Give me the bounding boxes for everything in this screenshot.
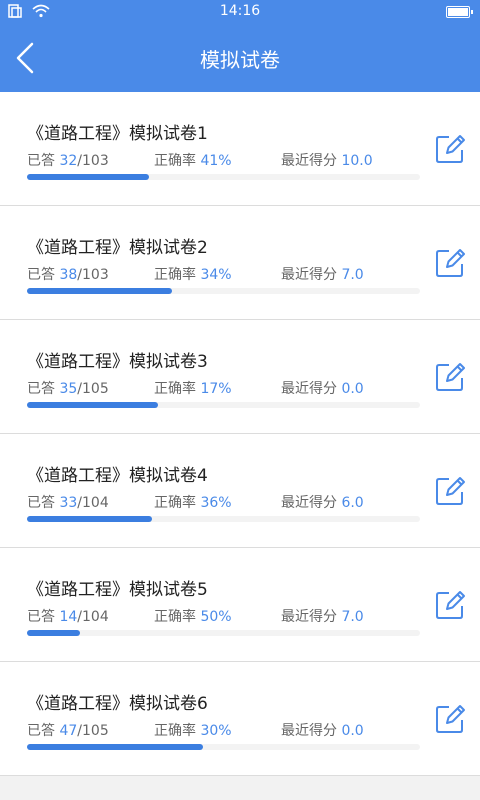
score-label: 最近得分 bbox=[281, 609, 337, 625]
progress-bar-fill bbox=[27, 744, 204, 750]
accuracy-label: 正确率 bbox=[154, 381, 196, 397]
score-stat: 最近得分 0.0 bbox=[281, 378, 364, 398]
score-stat: 最近得分 7.0 bbox=[281, 606, 364, 626]
answered-label: 已答 bbox=[27, 153, 55, 169]
paper-title: 《道路工程》模拟试卷3 bbox=[27, 352, 208, 372]
progress-bar-fill bbox=[27, 630, 81, 636]
answered-count: 14 bbox=[59, 609, 78, 625]
paper-list-item[interactable]: 《道路工程》模拟试卷6 已答 47/105 正确率 30% 最近得分 0.0 bbox=[0, 662, 480, 776]
answered-count: 47 bbox=[59, 723, 78, 739]
answered-label: 已答 bbox=[27, 267, 55, 283]
accuracy-value: 34% bbox=[200, 267, 232, 283]
total-count: 105 bbox=[82, 723, 109, 739]
accuracy-value: 36% bbox=[200, 495, 232, 511]
accuracy-stat: 正确率 30% bbox=[154, 720, 232, 740]
accuracy-label: 正确率 bbox=[154, 723, 196, 739]
answered-label: 已答 bbox=[27, 495, 55, 511]
score-stat: 最近得分 0.0 bbox=[281, 720, 364, 740]
battery-icon bbox=[446, 6, 473, 18]
score-label: 最近得分 bbox=[281, 381, 337, 397]
progress-bar bbox=[27, 288, 420, 294]
accuracy-value: 50% bbox=[200, 609, 232, 625]
accuracy-value: 30% bbox=[200, 723, 232, 739]
paper-title: 《道路工程》模拟试卷2 bbox=[27, 238, 208, 258]
answered-stat: 已答 47/105 bbox=[27, 720, 109, 740]
score-label: 最近得分 bbox=[281, 267, 337, 283]
progress-bar-fill bbox=[27, 516, 152, 522]
total-count: 104 bbox=[82, 609, 109, 625]
accuracy-stat: 正确率 17% bbox=[154, 378, 232, 398]
paper-list-item[interactable]: 《道路工程》模拟试卷2 已答 38/103 正确率 34% 最近得分 7.0 bbox=[0, 206, 480, 320]
progress-bar bbox=[27, 402, 420, 408]
accuracy-label: 正确率 bbox=[154, 495, 196, 511]
answered-stat: 已答 33/104 bbox=[27, 492, 109, 512]
answered-count: 38 bbox=[59, 267, 78, 283]
paper-list: 《道路工程》模拟试卷1 已答 32/103 正确率 41% 最近得分 10.0 … bbox=[0, 92, 480, 776]
answered-stat: 已答 38/103 bbox=[27, 264, 109, 284]
score-value: 10.0 bbox=[341, 153, 373, 169]
paper-list-item[interactable]: 《道路工程》模拟试卷5 已答 14/104 正确率 50% 最近得分 7.0 bbox=[0, 548, 480, 662]
score-label: 最近得分 bbox=[281, 495, 337, 511]
total-count: 104 bbox=[82, 495, 109, 511]
accuracy-stat: 正确率 41% bbox=[154, 150, 232, 170]
accuracy-stat: 正确率 36% bbox=[154, 492, 232, 512]
score-stat: 最近得分 10.0 bbox=[281, 150, 373, 170]
accuracy-label: 正确率 bbox=[154, 609, 196, 625]
answered-stat: 已答 32/103 bbox=[27, 150, 109, 170]
answered-stat: 已答 14/104 bbox=[27, 606, 109, 626]
answered-label: 已答 bbox=[27, 381, 55, 397]
edit-icon[interactable] bbox=[433, 474, 467, 508]
answered-stat: 已答 35/105 bbox=[27, 378, 109, 398]
accuracy-stat: 正确率 50% bbox=[154, 606, 232, 626]
total-count: 105 bbox=[82, 381, 109, 397]
accuracy-label: 正确率 bbox=[154, 267, 196, 283]
score-value: 0.0 bbox=[341, 723, 364, 739]
score-value: 7.0 bbox=[341, 609, 364, 625]
progress-bar-fill bbox=[27, 402, 158, 408]
answered-label: 已答 bbox=[27, 609, 55, 625]
status-time: 14:16 bbox=[219, 3, 261, 19]
progress-bar-fill bbox=[27, 174, 150, 180]
answered-count: 35 bbox=[59, 381, 78, 397]
accuracy-value: 17% bbox=[200, 381, 232, 397]
edit-icon[interactable] bbox=[433, 702, 467, 736]
score-value: 0.0 bbox=[341, 381, 364, 397]
progress-bar bbox=[27, 630, 420, 636]
accuracy-value: 41% bbox=[200, 153, 232, 169]
answered-count: 33 bbox=[59, 495, 78, 511]
edit-icon[interactable] bbox=[433, 360, 467, 394]
paper-list-item[interactable]: 《道路工程》模拟试卷3 已答 35/105 正确率 17% 最近得分 0.0 bbox=[0, 320, 480, 434]
progress-bar bbox=[27, 174, 420, 180]
edit-icon[interactable] bbox=[433, 246, 467, 280]
edit-icon[interactable] bbox=[433, 132, 467, 166]
score-stat: 最近得分 7.0 bbox=[281, 264, 364, 284]
score-label: 最近得分 bbox=[281, 153, 337, 169]
progress-bar bbox=[27, 744, 420, 750]
paper-title: 《道路工程》模拟试卷6 bbox=[27, 694, 208, 714]
accuracy-stat: 正确率 34% bbox=[154, 264, 232, 284]
score-value: 7.0 bbox=[341, 267, 364, 283]
navigation-bar: 模拟试卷 bbox=[0, 24, 480, 92]
paper-title: 《道路工程》模拟试卷5 bbox=[27, 580, 208, 600]
answered-label: 已答 bbox=[27, 723, 55, 739]
answered-count: 32 bbox=[59, 153, 78, 169]
paper-list-item[interactable]: 《道路工程》模拟试卷4 已答 33/104 正确率 36% 最近得分 6.0 bbox=[0, 434, 480, 548]
progress-bar bbox=[27, 516, 420, 522]
total-count: 103 bbox=[82, 153, 109, 169]
accuracy-label: 正确率 bbox=[154, 153, 196, 169]
score-value: 6.0 bbox=[341, 495, 364, 511]
edit-icon[interactable] bbox=[433, 588, 467, 622]
total-count: 103 bbox=[82, 267, 109, 283]
score-stat: 最近得分 6.0 bbox=[281, 492, 364, 512]
paper-title: 《道路工程》模拟试卷1 bbox=[27, 124, 208, 144]
status-bar: 14:16 bbox=[0, 0, 480, 24]
paper-title: 《道路工程》模拟试卷4 bbox=[27, 466, 208, 486]
progress-bar-fill bbox=[27, 288, 173, 294]
score-label: 最近得分 bbox=[281, 723, 337, 739]
page-title: 模拟试卷 bbox=[200, 48, 280, 72]
paper-list-item[interactable]: 《道路工程》模拟试卷1 已答 32/103 正确率 41% 最近得分 10.0 bbox=[0, 92, 480, 206]
